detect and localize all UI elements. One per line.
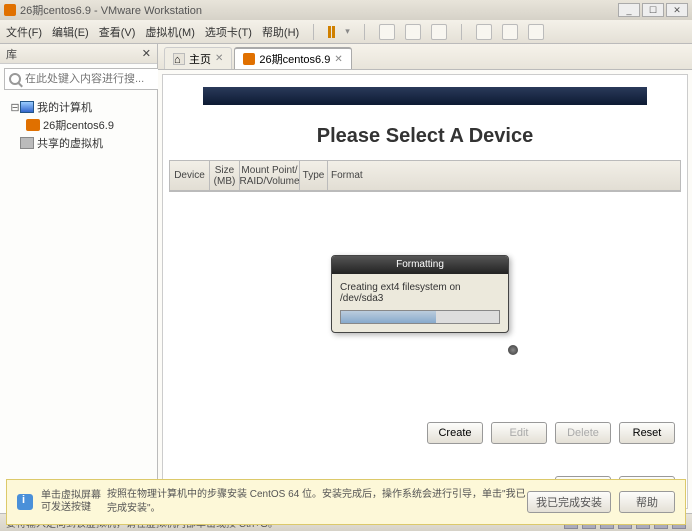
vm-tree: ⊟ 我的计算机 26期centos6.9 共享的虚拟机 [0,94,157,156]
dialog-title: Formatting [332,256,508,274]
page-title: Please Select A Device [163,125,687,148]
home-icon: ⌂ [173,53,185,65]
menu-edit[interactable]: 编辑(E) [52,24,89,40]
sidebar: 库 ✕ ▾ ⊟ 我的计算机 26期centos6.9 [0,44,158,513]
col-format: Format [328,161,680,190]
tab-home[interactable]: ⌂ 主页 ✕ [164,47,232,69]
search-input[interactable] [25,73,167,85]
info-icon [17,494,33,510]
maximize-button[interactable]: ☐ [642,3,664,17]
tree-root[interactable]: ⊟ 我的计算机 [2,98,155,116]
vmware-icon [4,4,16,16]
delete-button: Delete [555,422,611,444]
shared-icon [20,137,34,149]
menu-help[interactable]: 帮助(H) [262,24,299,40]
col-type: Type [300,161,328,190]
progress-bar [340,310,500,324]
reset-button[interactable]: Reset [619,422,675,444]
close-tab-icon[interactable]: ✕ [215,53,223,64]
install-done-button[interactable]: 我已完成安装 [527,491,611,513]
vm-console[interactable]: Please Select A Device Device Size (MB) … [162,74,688,509]
toolbar-unity-icon[interactable] [502,24,518,40]
close-sidebar-icon[interactable]: ✕ [142,47,151,60]
resize-handle-icon[interactable] [508,345,518,355]
col-size: Size (MB) [210,161,240,190]
toolbar-thumbnail-icon[interactable] [528,24,544,40]
menu-file[interactable]: 文件(F) [6,24,42,40]
pause-icon[interactable] [328,26,335,38]
installer-banner [203,87,647,105]
close-tab-icon[interactable]: ✕ [334,54,342,65]
hint-bar: 单击虚拟屏幕可发送按键 按照在物理计算机中的步骤安装 CentOS 64 位。安… [6,479,686,525]
titlebar: 26期centos6.9 - VMware Workstation _ ☐ ✕ [0,0,692,20]
tab-vm-label: 26期centos6.9 [259,51,330,67]
col-device: Device [170,161,210,190]
tree-vm-label: 26期centos6.9 [43,117,114,133]
minimize-button[interactable]: _ [618,3,640,17]
tree-root-label: 我的计算机 [37,99,92,115]
formatting-dialog: Formatting Creating ext4 filesystem on /… [331,255,509,333]
tree-shared[interactable]: 共享的虚拟机 [2,134,155,152]
vm-icon [243,53,255,65]
menubar: 文件(F) 编辑(E) 查看(V) 虚拟机(M) 选项卡(T) 帮助(H) ▾ [0,20,692,44]
menu-vm[interactable]: 虚拟机(M) [145,24,195,40]
power-dropdown[interactable]: ▾ [345,26,350,37]
hint-text-2: 按照在物理计算机中的步骤安装 CentOS 64 位。安装完成后，操作系统会进行… [107,488,527,516]
toolbar-fullscreen-icon[interactable] [476,24,492,40]
tab-vm[interactable]: 26期centos6.9 ✕ [234,47,351,69]
hint-text-1: 单击虚拟屏幕可发送按键 [41,490,107,514]
toolbar-snapshot-icon[interactable] [379,24,395,40]
edit-button: Edit [491,422,547,444]
tab-bar: ⌂ 主页 ✕ 26期centos6.9 ✕ [158,44,692,70]
library-label: 库 [6,46,17,62]
create-button[interactable]: Create [427,422,483,444]
tree-vm-centos[interactable]: 26期centos6.9 [2,116,155,134]
toolbar-manage-icon[interactable] [431,24,447,40]
window-title: 26期centos6.9 - VMware Workstation [20,2,202,18]
toolbar-revert-icon[interactable] [405,24,421,40]
menu-view[interactable]: 查看(V) [99,24,136,40]
tab-home-label: 主页 [189,51,211,67]
close-button[interactable]: ✕ [666,3,688,17]
library-header: 库 ✕ [0,44,157,64]
search-box[interactable] [4,68,172,90]
tree-shared-label: 共享的虚拟机 [37,135,103,151]
device-table: Device Size (MB) Mount Point/ RAID/Volum… [169,160,681,192]
dialog-message: Creating ext4 filesystem on /dev/sda3 [340,282,500,304]
search-icon [9,73,21,85]
collapse-icon[interactable]: ⊟ [10,101,20,114]
col-mount: Mount Point/ RAID/Volume [240,161,300,190]
menu-tabs[interactable]: 选项卡(T) [205,24,252,40]
computer-icon [20,101,34,113]
vm-icon [26,119,40,131]
help-button[interactable]: 帮助 [619,491,675,513]
